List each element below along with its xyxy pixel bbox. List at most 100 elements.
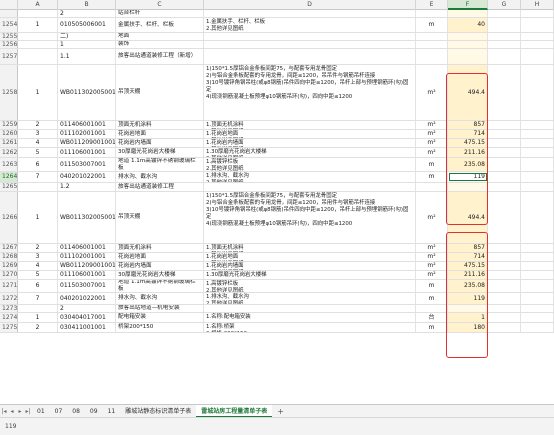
cell-g[interactable] [488,33,521,40]
cell-c[interactable]: 桥架200*150 [116,323,204,332]
cell-d[interactable]: 1.名称:配电箱安装 [204,313,416,322]
cell-h[interactable] [521,121,554,129]
cell-d[interactable]: 1.金属扶手、栏杆、栏板 2.其他详见图纸 [204,18,416,32]
col-header-b[interactable]: B [58,0,116,10]
cell-a[interactable]: 3 [18,253,58,261]
cell-d[interactable]: 1.排水沟、截水沟 2.其他详见图纸 [204,172,416,182]
cell-e[interactable]: m² [416,130,448,138]
cell-f[interactable]: 235.08 [448,280,488,292]
row-number[interactable]: 1262 [0,148,18,157]
row-number[interactable]: 1275 [0,323,18,332]
cell-d[interactable]: 1.排水沟、截水沟 2.其他详见图纸 [204,293,416,304]
cell-c[interactable]: 30厚磨光花岗岩大楼梯 [116,148,204,157]
cell-h[interactable] [521,323,554,332]
cell-f[interactable]: 475.15 [448,262,488,270]
cell-f[interactable]: 494.4 [448,192,488,243]
col-header-f[interactable]: F [448,0,488,10]
cell-g[interactable] [488,148,521,157]
cell-d[interactable]: 1.高镀锌栏板 2.其他详见图纸 [204,280,416,292]
cell-a[interactable] [18,183,58,191]
cell-e[interactable]: m² [416,253,448,261]
row-number[interactable]: 1263 [0,158,18,171]
cell-e[interactable]: m² [416,244,448,252]
cell-g[interactable] [488,323,521,332]
cell-g[interactable] [488,271,521,279]
cell-c[interactable]: 站台栏杆 [116,10,204,17]
cell-e[interactable]: m² [416,192,448,243]
cell-h[interactable] [521,253,554,261]
cell-f[interactable]: 119 [448,172,488,182]
cell-e[interactable]: m² [416,121,448,129]
cell-e[interactable]: m² [416,271,448,279]
cell-b[interactable]: 2 [58,10,116,17]
cell-e[interactable]: 台 [416,313,448,322]
cell-d[interactable] [204,183,416,191]
cell-a[interactable]: 7 [18,293,58,304]
cell-d[interactable] [204,41,416,48]
table-row[interactable]: 12694WB011209001001花岗岩内墙面1.花岗岩内墙面 2.其他详见… [0,262,554,271]
cell-a[interactable] [18,305,58,312]
row-number[interactable]: 1271 [0,280,18,292]
cell-h[interactable] [521,280,554,292]
cell-h[interactable] [521,293,554,304]
cell-h[interactable] [521,158,554,171]
cell-b[interactable]: 011106001001 [58,148,116,157]
row-number[interactable]: 1268 [0,253,18,261]
table-row[interactable]: 12614WB011209001001花岗岩内墙面1.花岗岩内墙面 2.其他详见… [0,139,554,148]
cell-g[interactable] [488,280,521,292]
cell-e[interactable] [416,183,448,191]
table-row[interactable]: 1258 1 WB011302005001 吊顶天棚 1)150*1.5厚铝合金条板间距… [0,65,554,121]
cell-e[interactable]: m [416,323,448,332]
cell-g[interactable] [488,41,521,48]
sheet-tab-08[interactable]: 08 [67,405,85,418]
col-header-d[interactable]: D [204,0,416,10]
cell-f[interactable]: 1 [448,313,488,322]
col-header-c[interactable]: C [116,0,204,10]
cell-b[interactable]: 1.2 [58,183,116,191]
row-number[interactable]: 1261 [0,139,18,147]
table-row[interactable]: 12592011406001001顶面无机涂料1.顶面无机涂料 2.其他详见图纸… [0,121,554,130]
cell-b[interactable]: 011102001001 [58,253,116,261]
cell-b[interactable]: 1.1 [58,49,116,64]
cell-b[interactable]: 010505006001 [58,18,116,32]
cell-f[interactable]: 475.15 [448,139,488,147]
cell-e[interactable]: m² [416,262,448,270]
cell-h[interactable] [521,33,554,40]
cell-a[interactable]: 2 [18,121,58,129]
cell-e[interactable]: m [416,18,448,32]
cell-e[interactable] [416,41,448,48]
table-row[interactable]: 1274 1 030404017001 配电箱安装 1.名称:配电箱安装台 1 [0,313,554,323]
cell-a[interactable]: 4 [18,139,58,147]
cell-f[interactable]: 180 [448,323,488,332]
cell-b[interactable]: 1 [58,41,116,48]
cell-d[interactable]: 1.花岗岩内墙面 2.其他详见图纸 [204,139,416,147]
cell-f[interactable] [448,33,488,40]
col-header-h[interactable]: H [521,0,554,10]
cell-c[interactable]: 旅客出站通道装修工程 [116,183,204,191]
cell-d[interactable] [204,305,416,312]
cell-h[interactable] [521,192,554,243]
cell-g[interactable] [488,293,521,304]
cell-d[interactable]: 1.30厚磨光花岗岩大楼梯 2.其他详见图纸 [204,148,416,157]
cell-c[interactable]: 花岗岩内墙面 [116,139,204,147]
cell-g[interactable] [488,172,521,182]
sheet-tab-07[interactable]: 07 [50,405,68,418]
table-row[interactable]: 1270 5 011106001001 30厚磨光花岗岩大楼梯 1.30厚磨光花岗岩大楼… [0,271,554,280]
row-number[interactable]: 1258 [0,65,18,120]
cell-g[interactable] [488,10,521,17]
table-row[interactable]: 12683011102001001花岗岩地面1.花岗岩地面 2.其他详见图纸m²… [0,253,554,262]
cell-d[interactable]: 1)150*1.5厚铝合金条板间距75，与配套专用龙骨固定 2)与铝合金条板配套… [204,65,416,120]
prev-sheet-icon[interactable]: ◂ [8,408,16,415]
cell-e[interactable] [416,305,448,312]
row-number[interactable]: 1259 [0,121,18,129]
cell-d[interactable]: 1.花岗岩地面 2.其他详见图纸 [204,130,416,138]
cell-f[interactable]: 494.4 [448,65,488,120]
cell-g[interactable] [488,65,521,120]
table-row[interactable]: 12752030411001001桥架200*1501.名称:桥架 2.规格:2… [0,323,554,333]
cell-b[interactable]: WB011209001001 [58,139,116,147]
cell-h[interactable] [521,183,554,191]
cell-f[interactable]: 857 [448,244,488,252]
cell-b[interactable]: 040201022001 [58,293,116,304]
cell-a[interactable] [18,33,58,40]
table-row[interactable]: 1256 1 装饰 [0,41,554,49]
